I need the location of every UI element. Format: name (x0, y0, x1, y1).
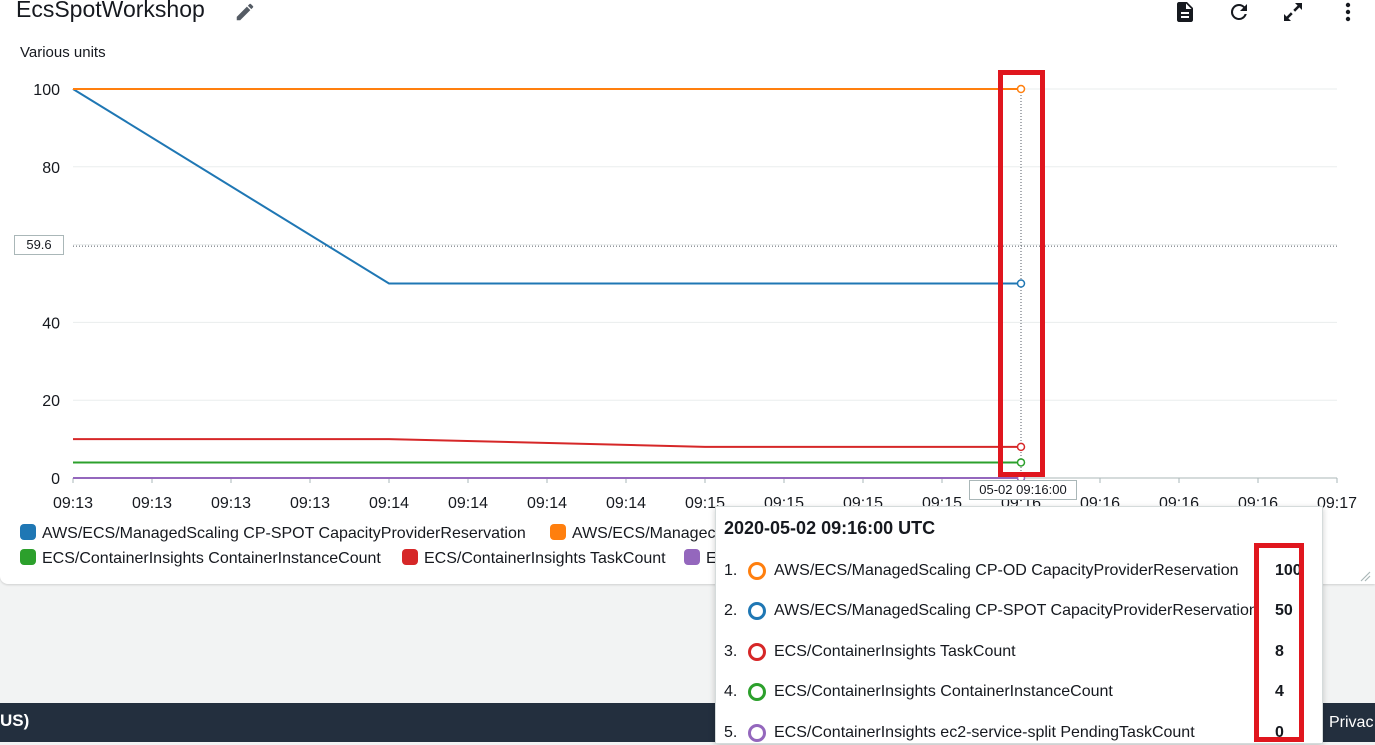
legend-swatch (684, 549, 700, 565)
tooltip-row-number: 5. (724, 724, 738, 741)
datapoint-tooltip: 2020-05-02 09:16:00 UTC 1. AWS/ECS/Manag… (715, 506, 1323, 744)
series-marker-icon (748, 602, 766, 620)
legend-label: ECS/ContainerInsights TaskCount (424, 550, 666, 567)
widget-panel: EcsSpotWorkshop Various units 0204060801… (0, 0, 1375, 584)
tooltip-row-number: 1. (724, 562, 738, 579)
legend-item-container-instance-count[interactable]: ECS/ContainerInsights ContainerInstanceC… (20, 549, 381, 568)
footer-privacy-link[interactable]: Privac (1329, 714, 1373, 732)
legend-label: AWS/ECS/ManagedScaling CP-SPOT CapacityP… (42, 525, 526, 542)
x-tick-label: 09:13 (132, 495, 172, 512)
tooltip-row: 5. ECS/ContainerInsights ec2-service-spl… (724, 721, 1320, 745)
legend-item-cp-od[interactable]: AWS/ECS/Managec (550, 524, 715, 543)
legend-label: AWS/ECS/Managec (572, 525, 716, 542)
resize-grip-icon[interactable] (1359, 570, 1371, 582)
x-tick-label: 09:14 (606, 495, 646, 512)
legend-label: ECS/ContainerInsights ContainerInstanceC… (42, 550, 381, 567)
tooltip-row-value: 0 (1275, 724, 1284, 741)
tooltip-row-value: 50 (1275, 602, 1293, 619)
x-hover-time-label: 05-02 09:16:00 (969, 480, 1077, 500)
tooltip-row: 2. AWS/ECS/ManagedScaling CP-SPOT Capaci… (724, 599, 1320, 623)
hover-point (1016, 279, 1026, 288)
hover-point (1016, 458, 1026, 467)
footer-region-label[interactable]: US) (0, 711, 29, 731)
y-tick-label: 0 (51, 471, 60, 488)
x-tick-label: 09:14 (369, 495, 409, 512)
tooltip-row: 3. ECS/ContainerInsights TaskCount 8 (724, 640, 1320, 664)
crosshair-value-label: 59.6 (14, 235, 64, 255)
legend-swatch (550, 524, 566, 540)
y-tick-label: 80 (42, 160, 60, 177)
x-tick-label: 09:14 (448, 495, 488, 512)
legend-item-task-count[interactable]: ECS/ContainerInsights TaskCount (402, 549, 666, 568)
series-line (73, 438, 1021, 448)
series-marker-icon (748, 562, 766, 580)
legend-item-pending-task-count[interactable]: E (684, 549, 717, 568)
y-tick-label: 20 (42, 393, 60, 410)
y-tick-label: 100 (33, 82, 60, 99)
tooltip-row-label: ECS/ContainerInsights ec2-service-split … (774, 724, 1195, 741)
x-tick-label: 09:13 (211, 495, 251, 512)
tooltip-row-number: 3. (724, 643, 738, 660)
series-marker-icon (748, 643, 766, 661)
tooltip-row-label: AWS/ECS/ManagedScaling CP-OD CapacityPro… (774, 562, 1239, 579)
x-tick-label: 09:13 (290, 495, 330, 512)
tooltip-row-value: 8 (1275, 643, 1284, 660)
tooltip-row-label: ECS/ContainerInsights ContainerInstanceC… (774, 683, 1113, 700)
x-tick-label: 09:13 (53, 495, 93, 512)
series-marker-icon (748, 683, 766, 701)
hover-point (1016, 84, 1026, 94)
tooltip-row: 4. ECS/ContainerInsights ContainerInstan… (724, 680, 1320, 704)
tooltip-row-label: ECS/ContainerInsights TaskCount (774, 643, 1016, 660)
x-tick-label: 09:14 (527, 495, 567, 512)
legend-swatch (402, 549, 418, 565)
tooltip-row-value: 4 (1275, 683, 1284, 700)
tooltip-row: 1. AWS/ECS/ManagedScaling CP-OD Capacity… (724, 559, 1320, 583)
series-line (72, 88, 1021, 285)
tooltip-row-value: 100 (1275, 562, 1302, 579)
legend-swatch (20, 524, 36, 540)
tooltip-row-number: 4. (724, 683, 738, 700)
line-chart[interactable]: 02040608010009:1309:1309:1309:1309:1409:… (0, 0, 1375, 520)
series-marker-icon (748, 724, 766, 742)
y-tick-label: 40 (42, 315, 60, 332)
legend-swatch (20, 549, 36, 565)
tooltip-row-number: 2. (724, 602, 738, 619)
hover-point (1016, 442, 1026, 452)
legend-item-cp-spot[interactable]: AWS/ECS/ManagedScaling CP-SPOT CapacityP… (20, 524, 526, 543)
tooltip-title: 2020-05-02 09:16:00 UTC (724, 518, 936, 538)
tooltip-row-label: AWS/ECS/ManagedScaling CP-SPOT CapacityP… (774, 602, 1258, 619)
